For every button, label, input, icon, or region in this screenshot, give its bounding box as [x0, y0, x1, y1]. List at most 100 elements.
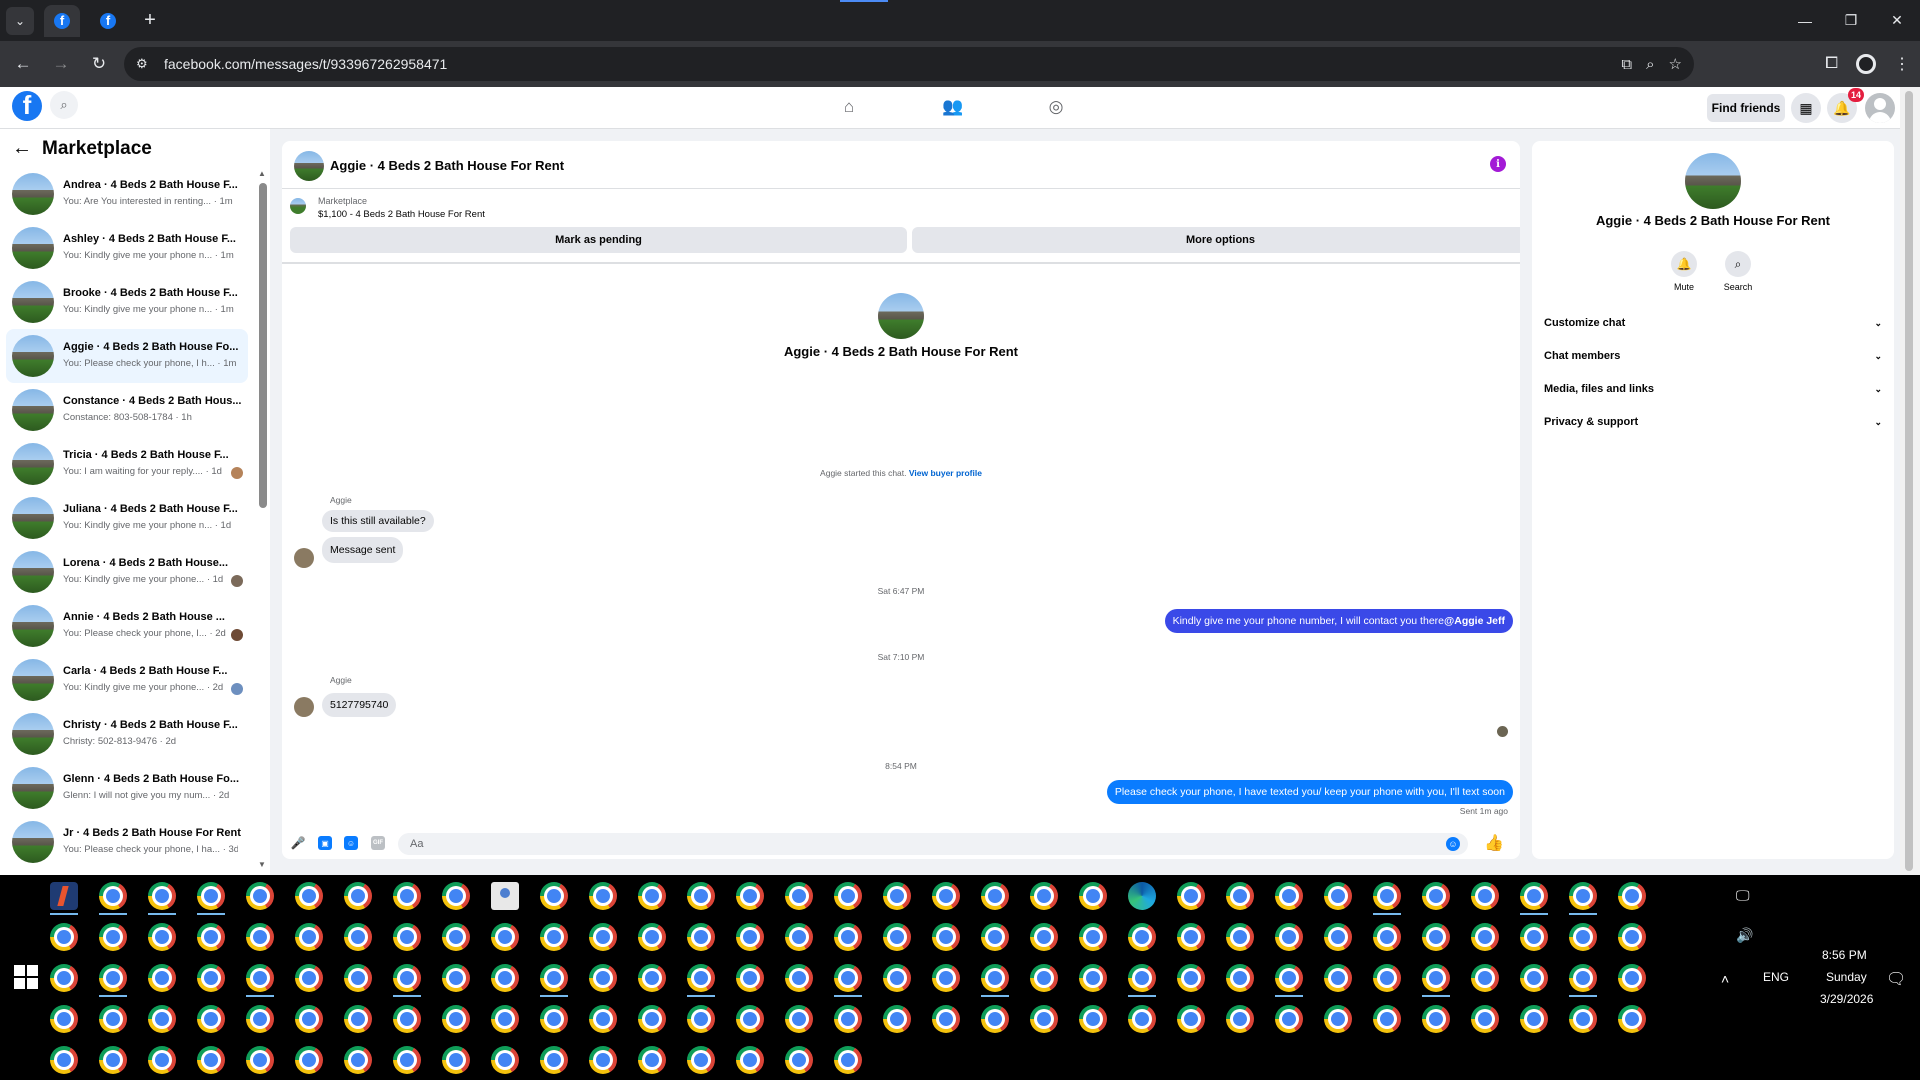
chrome-icon[interactable] — [1079, 1005, 1107, 1033]
sidebar-scrollbar-thumb[interactable] — [259, 183, 267, 508]
view-buyer-profile-link[interactable]: View buyer profile — [909, 468, 982, 478]
chrome-icon[interactable] — [883, 964, 911, 992]
chrome-icon[interactable] — [99, 882, 127, 910]
search-icon[interactable]: ⌕ — [1725, 251, 1751, 277]
language-indicator[interactable]: ENG — [1763, 970, 1789, 984]
chrome-icon[interactable] — [344, 1046, 372, 1074]
notification-center-icon[interactable]: 🗨 — [1886, 969, 1906, 989]
windows-start-icon[interactable] — [14, 965, 38, 989]
forward-icon[interactable]: → — [46, 54, 76, 74]
find-friends-button[interactable]: Find friends — [1707, 94, 1785, 122]
chrome-icon[interactable] — [1471, 882, 1499, 910]
back-arrow-icon[interactable]: ← — [12, 137, 32, 160]
conversation-item[interactable]: Ashley · 4 Beds 2 Bath House F... You: Ki… — [0, 221, 256, 275]
chrome-icon[interactable] — [393, 1046, 421, 1074]
chrome-icon[interactable] — [785, 882, 813, 910]
chrome-icon[interactable] — [932, 882, 960, 910]
chrome-icon[interactable] — [785, 923, 813, 951]
chrome-icon[interactable] — [1226, 1005, 1254, 1033]
conversation-item[interactable]: Tricia · 4 Beds 2 Bath House F... You: I … — [0, 437, 256, 491]
chrome-icon[interactable] — [99, 1046, 127, 1074]
gif-icon[interactable]: GIF — [371, 836, 385, 850]
chrome-icon[interactable] — [1128, 1005, 1156, 1033]
section-customize-chat[interactable]: Customize chat ⌄ — [1544, 311, 1882, 335]
message-bubble-incoming[interactable]: 5127795740 — [322, 693, 397, 717]
chrome-icon[interactable] — [295, 1005, 323, 1033]
conversation-item-active[interactable]: Aggie · 4 Beds 2 Bath House Fo... You: Pl… — [6, 329, 248, 383]
friends-icon[interactable]: 👥 — [942, 97, 963, 117]
chrome-icon[interactable] — [1373, 882, 1401, 910]
search-action[interactable]: ⌕ Search — [1718, 251, 1758, 292]
chrome-icon[interactable] — [344, 964, 372, 992]
chrome-icon[interactable] — [1471, 923, 1499, 951]
chrome-icon[interactable] — [1520, 923, 1548, 951]
chrome-icon[interactable] — [981, 1005, 1009, 1033]
home-icon[interactable]: ⌂ — [839, 97, 859, 117]
listing-title[interactable]: $1,100 - 4 Beds 2 Bath House For Rent — [318, 209, 485, 220]
chrome-icon[interactable] — [834, 882, 862, 910]
chrome-icon[interactable] — [589, 882, 617, 910]
chrome-icon[interactable] — [1373, 964, 1401, 992]
chrome-icon[interactable] — [197, 923, 225, 951]
clock-day[interactable]: Sunday — [1826, 970, 1867, 984]
chrome-icon[interactable] — [148, 1046, 176, 1074]
chrome-icon[interactable] — [687, 923, 715, 951]
minimize-icon[interactable]: — — [1782, 0, 1828, 41]
chrome-icon[interactable] — [1128, 964, 1156, 992]
chrome-icon[interactable] — [442, 1046, 470, 1074]
mark-pending-button[interactable]: Mark as pending — [290, 227, 907, 253]
account-avatar[interactable] — [1865, 93, 1895, 123]
chrome-icon[interactable] — [50, 964, 78, 992]
conversation-item[interactable]: Andrea · 4 Beds 2 Bath House F... You: Ar… — [0, 167, 256, 221]
chrome-icon[interactable] — [785, 964, 813, 992]
menu-kebab-icon[interactable]: ⋮ — [1894, 54, 1910, 74]
page-scrollbar[interactable] — [1900, 87, 1920, 875]
conversation-item[interactable]: Christy · 4 Beds 2 Bath House F... Christ… — [0, 707, 256, 761]
conversation-item[interactable]: Jr · 4 Beds 2 Bath House For Rent You: Pl… — [0, 815, 256, 869]
chrome-icon[interactable] — [197, 882, 225, 910]
chrome-icon[interactable] — [1177, 882, 1205, 910]
chrome-icon[interactable] — [1422, 964, 1450, 992]
chrome-icon[interactable] — [1373, 1005, 1401, 1033]
chrome-icon[interactable] — [1618, 882, 1646, 910]
chrome-icon[interactable] — [393, 882, 421, 910]
chrome-icon[interactable] — [295, 882, 323, 910]
extensions-icon[interactable]: ⧠ — [1825, 55, 1838, 73]
chrome-icon[interactable] — [1079, 882, 1107, 910]
chrome-icon[interactable] — [246, 964, 274, 992]
chrome-icon[interactable] — [246, 1005, 274, 1033]
chrome-icon[interactable] — [981, 923, 1009, 951]
scroll-up-icon[interactable]: ▲ — [258, 169, 266, 178]
chrome-icon[interactable] — [1618, 923, 1646, 951]
browser-tab[interactable]: f — [90, 5, 126, 37]
chrome-icon[interactable] — [491, 923, 519, 951]
profile-icon[interactable] — [1856, 54, 1876, 74]
mute-action[interactable]: 🔔 Mute — [1664, 251, 1704, 292]
chrome-icon[interactable] — [1226, 882, 1254, 910]
chrome-icon[interactable] — [197, 964, 225, 992]
chrome-icon[interactable] — [148, 964, 176, 992]
apps-menu-icon[interactable]: ▦ — [1791, 93, 1821, 123]
chrome-icon[interactable] — [1275, 964, 1303, 992]
chrome-icon[interactable] — [883, 1005, 911, 1033]
message-bubble-incoming[interactable]: Is this still available? — [322, 510, 434, 532]
groups-icon[interactable]: ◎ — [1046, 97, 1066, 117]
chrome-icon[interactable] — [1422, 882, 1450, 910]
page-scrollbar-thumb[interactable] — [1905, 91, 1913, 871]
chrome-icon[interactable] — [491, 1005, 519, 1033]
edge-icon[interactable] — [1128, 882, 1156, 910]
chrome-icon[interactable] — [197, 1005, 225, 1033]
message-input[interactable]: Aa ☺ — [398, 833, 1468, 855]
listing-thumbnail[interactable] — [290, 198, 306, 214]
chrome-icon[interactable] — [1324, 1005, 1352, 1033]
chrome-icon[interactable] — [1569, 923, 1597, 951]
restore-icon[interactable]: ❐ — [1828, 0, 1874, 41]
chrome-icon[interactable] — [1324, 882, 1352, 910]
chrome-icon[interactable] — [589, 1005, 617, 1033]
chrome-icon[interactable] — [1079, 923, 1107, 951]
more-options-button[interactable]: More options — [912, 227, 1520, 253]
chevron-up-icon[interactable]: ˄ — [1721, 971, 1729, 987]
chrome-icon[interactable] — [491, 964, 519, 992]
info-avatar[interactable] — [1685, 153, 1741, 209]
chrome-icon[interactable] — [883, 923, 911, 951]
